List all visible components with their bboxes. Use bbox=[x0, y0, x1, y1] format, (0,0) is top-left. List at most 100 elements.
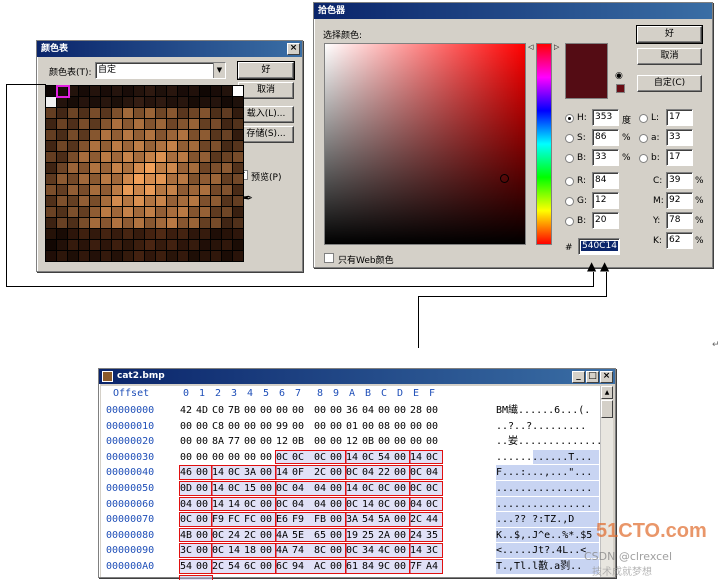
color-swatch[interactable] bbox=[46, 251, 56, 261]
hex-byte[interactable]: 14 bbox=[410, 543, 422, 558]
color-swatch[interactable] bbox=[167, 152, 177, 162]
color-swatch[interactable] bbox=[156, 108, 166, 118]
hex-byte[interactable]: 61 bbox=[346, 559, 358, 574]
hex-content-area[interactable]: Offset 0123456789ABCDEF 00000000 42 4D C0 7B… bbox=[101, 386, 602, 580]
row-ascii[interactable]: <.....Jt?.4L..< bbox=[496, 543, 586, 558]
color-swatch[interactable] bbox=[222, 152, 232, 162]
color-swatch[interactable] bbox=[200, 185, 210, 195]
hex-byte[interactable]: 00 bbox=[292, 419, 304, 434]
color-swatch[interactable] bbox=[79, 229, 89, 239]
color-swatch[interactable] bbox=[200, 86, 210, 96]
color-swatch[interactable] bbox=[189, 130, 199, 140]
color-swatch[interactable] bbox=[189, 251, 199, 261]
color-swatch[interactable] bbox=[112, 251, 122, 261]
color-swatch[interactable] bbox=[123, 130, 133, 140]
color-swatch[interactable] bbox=[156, 185, 166, 195]
color-table-select[interactable]: 自定 ▼ bbox=[95, 62, 226, 79]
hex-byte[interactable]: 25 bbox=[362, 528, 374, 543]
color-swatch[interactable] bbox=[134, 218, 144, 228]
hex-byte[interactable]: 00 bbox=[314, 434, 326, 449]
color-swatch[interactable] bbox=[79, 97, 89, 107]
color-swatch[interactable] bbox=[145, 108, 155, 118]
hex-byte[interactable]: 4C bbox=[378, 543, 390, 558]
color-swatch[interactable] bbox=[222, 119, 232, 129]
hex-byte[interactable]: 3A bbox=[244, 465, 256, 480]
hex-byte[interactable]: 00 bbox=[180, 434, 192, 449]
hex-byte[interactable]: 00 bbox=[394, 497, 406, 512]
color-swatch[interactable] bbox=[189, 119, 199, 129]
color-swatch[interactable] bbox=[68, 130, 78, 140]
color-swatch[interactable] bbox=[134, 141, 144, 151]
color-swatch[interactable] bbox=[200, 130, 210, 140]
hex-byte[interactable]: 0C bbox=[410, 465, 422, 480]
color-swatch[interactable] bbox=[156, 196, 166, 206]
hex-byte[interactable]: 00 bbox=[260, 512, 272, 527]
hex-byte[interactable]: 00 bbox=[260, 450, 272, 465]
color-swatch[interactable] bbox=[145, 185, 155, 195]
hex-byte[interactable]: FC bbox=[228, 512, 240, 527]
color-swatch[interactable] bbox=[57, 207, 67, 217]
hex-byte[interactable]: 00 bbox=[260, 419, 272, 434]
color-swatch[interactable] bbox=[167, 218, 177, 228]
color-swatch[interactable] bbox=[90, 152, 100, 162]
g-input[interactable]: 12 bbox=[592, 192, 619, 209]
color-swatch[interactable] bbox=[211, 251, 221, 261]
color-swatch[interactable] bbox=[101, 108, 111, 118]
color-swatch[interactable] bbox=[167, 130, 177, 140]
color-swatch[interactable] bbox=[68, 185, 78, 195]
color-swatch[interactable] bbox=[112, 130, 122, 140]
hex-byte[interactable]: 84 bbox=[362, 559, 374, 574]
hex-byte[interactable]: 04 bbox=[292, 497, 304, 512]
hex-byte[interactable]: 00 bbox=[330, 450, 342, 465]
hex-byte[interactable]: 00 bbox=[244, 434, 256, 449]
hex-byte[interactable]: 0C bbox=[410, 481, 422, 496]
color-swatch[interactable] bbox=[167, 141, 177, 151]
color-swatch[interactable] bbox=[145, 207, 155, 217]
color-swatch[interactable] bbox=[178, 130, 188, 140]
color-swatch[interactable] bbox=[145, 229, 155, 239]
color-swatch[interactable] bbox=[46, 86, 56, 96]
hex-byte[interactable]: F9 bbox=[292, 512, 304, 527]
color-swatch[interactable] bbox=[112, 174, 122, 184]
color-swatch[interactable] bbox=[134, 119, 144, 129]
color-swatch[interactable] bbox=[123, 97, 133, 107]
hex-byte[interactable]: 00 bbox=[330, 497, 342, 512]
hex-byte[interactable]: 00 bbox=[260, 465, 272, 480]
hex-byte[interactable]: 00 bbox=[244, 419, 256, 434]
color-swatch[interactable] bbox=[68, 207, 78, 217]
cancel-button[interactable]: 取消 bbox=[637, 48, 702, 65]
save-button[interactable]: 存储(S)... bbox=[238, 126, 294, 143]
radio-b[interactable] bbox=[565, 154, 574, 163]
hex-byte[interactable]: 04 bbox=[426, 465, 438, 480]
color-swatch[interactable] bbox=[189, 86, 199, 96]
color-swatch[interactable] bbox=[134, 251, 144, 261]
hex-byte[interactable]: 00 bbox=[394, 512, 406, 527]
hex-byte[interactable]: 0C bbox=[244, 497, 256, 512]
hex-byte[interactable]: FB bbox=[314, 512, 326, 527]
color-swatch[interactable] bbox=[123, 119, 133, 129]
hex-byte[interactable]: 04 bbox=[410, 497, 422, 512]
color-swatch[interactable] bbox=[222, 174, 232, 184]
color-swatch[interactable] bbox=[112, 207, 122, 217]
color-swatch-grid[interactable] bbox=[45, 85, 244, 262]
hex-byte[interactable]: 00 bbox=[330, 419, 342, 434]
row-ascii[interactable]: F...:...,..."... bbox=[496, 465, 592, 480]
color-swatch[interactable] bbox=[156, 251, 166, 261]
hex-byte[interactable]: 00 bbox=[260, 481, 272, 496]
radio-h[interactable] bbox=[565, 114, 574, 123]
hex-byte[interactable]: C0 bbox=[212, 403, 224, 418]
hex-byte[interactable]: 24 bbox=[410, 528, 422, 543]
color-swatch[interactable] bbox=[233, 251, 243, 261]
table-row[interactable]: 00000000 42 4D C0 7B 00 00 00 00 00 00 36 04 00 00 28 00… bbox=[101, 403, 601, 418]
color-swatch[interactable] bbox=[112, 196, 122, 206]
color-swatch[interactable] bbox=[57, 108, 67, 118]
row-ascii[interactable]: ..?..?......... bbox=[496, 419, 586, 434]
table-row[interactable]: 00000030 00 00 00 00 00 00 0C 0C 0C 00 14 0C 54 00 14 0C… bbox=[101, 450, 601, 465]
hue-slider[interactable] bbox=[536, 43, 552, 245]
color-swatch[interactable] bbox=[46, 141, 56, 151]
color-swatch[interactable] bbox=[46, 119, 56, 129]
color-swatch[interactable] bbox=[222, 196, 232, 206]
hex-byte[interactable]: 00 bbox=[394, 465, 406, 480]
color-swatch[interactable] bbox=[178, 240, 188, 250]
row-ascii[interactable]: ................ bbox=[496, 481, 592, 496]
